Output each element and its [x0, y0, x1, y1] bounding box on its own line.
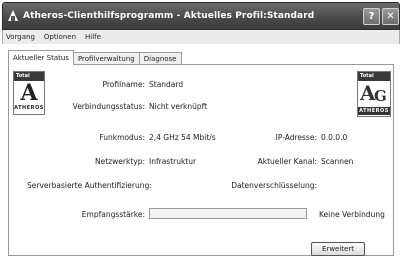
logo-right-brand: ATHEROS: [358, 107, 390, 115]
atheros-ag-logo-right: Total 802.11 A G ATHEROS: [357, 71, 391, 117]
network-type-value: Infrastruktur: [149, 157, 197, 166]
radio-mode-label: Funkmodus:: [99, 133, 145, 142]
status-panel: Total 802.11 A ATHEROS Total 802.11 A G …: [8, 64, 394, 256]
menu-bar: Vorgang Optionen Hilfe: [2, 30, 400, 44]
menu-hilfe[interactable]: Hilfe: [85, 33, 101, 41]
profile-name-label: Profilname:: [102, 80, 145, 89]
menu-vorgang[interactable]: Vorgang: [6, 33, 35, 41]
help-button[interactable]: ?: [363, 8, 380, 25]
atheros-logo-left: Total 802.11 A ATHEROS: [13, 71, 45, 115]
signal-strength-text: Keine Verbindung: [319, 210, 385, 219]
tab-current-status[interactable]: Aktueller Status: [8, 50, 74, 65]
signal-strength-label: Empfangsstärke:: [81, 210, 145, 219]
profile-name-value: Standard: [149, 80, 184, 89]
radio-mode-value: 2,4 GHz 54 Mbit/s: [149, 133, 216, 142]
logo-right-glyph-g: G: [374, 87, 387, 105]
connection-status-label: Verbindungsstatus:: [72, 102, 145, 111]
signal-strength-bar: [149, 208, 307, 219]
server-auth-label: Serverbasierte Authentifizierung:: [27, 181, 152, 190]
logo-left-brand: ATHEROS: [14, 105, 44, 111]
window-title: Atheros-Clienthilfsprogramm - Aktuelles …: [23, 11, 315, 21]
title-bar: Atheros-Clienthilfsprogramm - Aktuelles …: [2, 2, 400, 30]
atheros-app-icon: [7, 10, 19, 22]
network-type-label: Netzwerktyp:: [95, 157, 145, 166]
ip-address-label: IP-Adresse:: [275, 133, 317, 142]
current-channel-value: Scannen: [321, 157, 354, 166]
current-channel-label: Aktueller Kanal:: [257, 157, 317, 166]
menu-optionen[interactable]: Optionen: [44, 33, 76, 41]
data-encryption-label: Datenverschlüsselung:: [231, 181, 317, 190]
ag-logo-art: A G: [358, 81, 390, 107]
ip-address-value: 0.0.0.0: [321, 133, 348, 142]
advanced-button[interactable]: Erweitert: [311, 242, 365, 256]
close-button[interactable]: ✕: [382, 8, 399, 25]
logo-right-band: Total 802.11: [358, 72, 390, 88]
tab-strip: Aktueller Status Profilverwaltung Diagno…: [8, 50, 182, 65]
connection-status-value: Nicht verknüpft: [149, 102, 208, 111]
